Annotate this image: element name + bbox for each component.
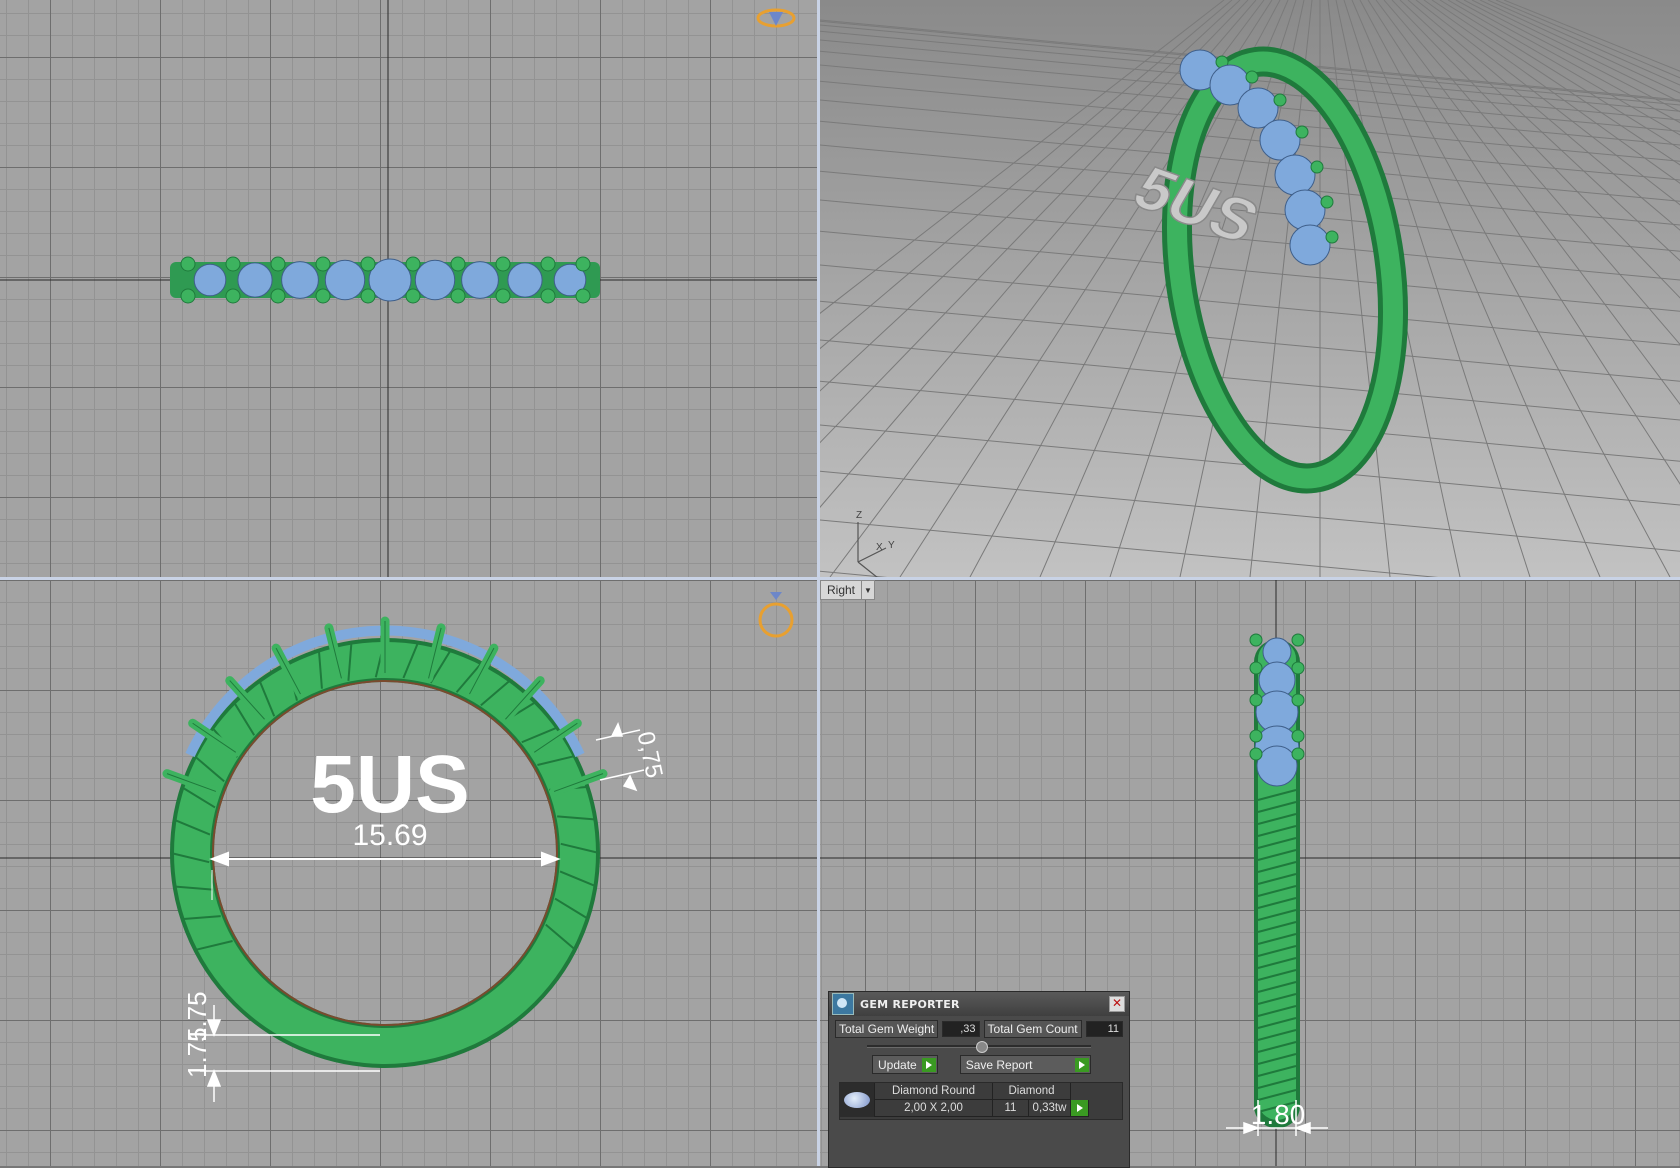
- perspective-viewport[interactable]: 5US Z Y X: [820, 0, 1680, 577]
- prong: [1249, 661, 1263, 675]
- ring-size-label: 5US: [310, 739, 470, 830]
- prong: [360, 256, 376, 272]
- chevron-down-icon[interactable]: ▼: [861, 581, 874, 599]
- prong: [1291, 661, 1305, 675]
- save-report-button-label: Save Report: [965, 1057, 1033, 1072]
- gem-list[interactable]: Diamond Round Diamond 2,00 X 2,00 11 0,3…: [839, 1082, 1123, 1120]
- prong: [1325, 230, 1339, 244]
- width-dimension-label: 1.80: [1251, 1099, 1306, 1130]
- prong: [315, 288, 331, 304]
- prong: [1249, 747, 1263, 761]
- prong: [270, 288, 286, 304]
- prong: [575, 288, 591, 304]
- total-weight-value: ,33: [942, 1021, 980, 1037]
- save-report-button[interactable]: Save Report: [959, 1055, 1091, 1074]
- gem: [1274, 154, 1316, 196]
- gem-material: Diamond: [993, 1083, 1071, 1100]
- gem: [461, 261, 499, 299]
- viewport-divider-horizontal[interactable]: [0, 577, 1680, 580]
- front-view-canvas: 15.69 5US 0,75 1.75 1.75: [0, 592, 817, 1102]
- prong: [1291, 633, 1305, 647]
- axis-y-label: Y: [888, 540, 895, 551]
- prong: [450, 288, 466, 304]
- prong: [405, 288, 421, 304]
- view-selector-dropdown[interactable]: Right ▼: [820, 580, 876, 600]
- update-button-label: Update: [878, 1057, 917, 1072]
- gem-count: 11: [993, 1100, 1029, 1117]
- gem: [507, 262, 543, 298]
- prong: [1320, 195, 1334, 209]
- gem: [414, 259, 456, 301]
- prong: [1245, 70, 1259, 84]
- prong: [540, 256, 556, 272]
- update-button[interactable]: Update: [872, 1055, 938, 1074]
- axis-z-label: Z: [856, 510, 862, 521]
- prong: [1291, 729, 1305, 743]
- total-weight-label: Total Gem Weight: [835, 1020, 939, 1038]
- axis-x-label: X: [876, 542, 883, 553]
- slider-knob[interactable]: [976, 1041, 988, 1053]
- prong: [1291, 747, 1305, 761]
- top-viewport[interactable]: [0, 0, 817, 577]
- prong-dimension-label: 0,75: [632, 729, 668, 780]
- front-viewport[interactable]: 15.69 5US 0,75 1.75 1.75: [0, 580, 817, 1166]
- prong: [540, 288, 556, 304]
- gem: [324, 259, 366, 301]
- prong: [405, 256, 421, 272]
- prong: [1249, 729, 1263, 743]
- total-count-value: 11: [1085, 1021, 1123, 1037]
- gem: [281, 261, 319, 299]
- prong: [1310, 160, 1324, 174]
- gem-list-row[interactable]: Diamond Round Diamond 2,00 X 2,00 11 0,3…: [875, 1083, 1089, 1119]
- top-view-gizmo-icon: [756, 8, 796, 28]
- gem-thumbnail: [840, 1083, 875, 1117]
- total-count-label: Total Gem Count: [983, 1020, 1082, 1038]
- perspective-canvas: 5US Z Y X: [820, 0, 1680, 577]
- ring-side-view: [1249, 633, 1305, 1128]
- play-icon: [1074, 1057, 1089, 1072]
- gem-reporter-app-icon: [832, 993, 854, 1015]
- front-view-gizmo-icon: [758, 592, 794, 638]
- prong: [225, 288, 241, 304]
- gem-reporter-title: GEM REPORTER: [860, 997, 960, 1011]
- prong: [1249, 633, 1263, 647]
- prong: [1291, 693, 1305, 707]
- gem: [193, 263, 227, 297]
- gem-size: 2,00 X 2,00: [875, 1100, 993, 1117]
- gem-shape: Diamond Round: [875, 1083, 993, 1100]
- gem-reporter-titlebar[interactable]: GEM REPORTER ✕: [829, 992, 1129, 1016]
- prong: [1249, 693, 1263, 707]
- gem: [237, 262, 273, 298]
- close-icon[interactable]: ✕: [1109, 996, 1125, 1012]
- panel-resize-slider[interactable]: [867, 1041, 1091, 1053]
- inner-diameter-dimension: [209, 851, 561, 900]
- top-view-canvas: [0, 0, 817, 577]
- prong: [225, 256, 241, 272]
- play-icon[interactable]: [1071, 1100, 1089, 1117]
- prong: [1295, 125, 1309, 139]
- viewport-divider-vertical[interactable]: [817, 0, 820, 1166]
- prong: [270, 256, 286, 272]
- prong: [180, 288, 196, 304]
- gem: [1256, 745, 1298, 787]
- gem-reporter-panel: GEM REPORTER ✕ Total Gem Weight ,33 Tota…: [828, 991, 1130, 1168]
- band-dimension-label-2: 1.75: [182, 991, 212, 1042]
- prong: [180, 256, 196, 272]
- play-icon: [921, 1057, 936, 1072]
- prong: [360, 288, 376, 304]
- gem: [1284, 189, 1326, 231]
- gem: [1259, 119, 1301, 161]
- ring-top-view: [170, 256, 600, 304]
- prong: [495, 288, 511, 304]
- prong: [575, 256, 591, 272]
- prong: [495, 256, 511, 272]
- prong: [450, 256, 466, 272]
- prong: [315, 256, 331, 272]
- view-selector-label: Right: [827, 583, 856, 597]
- gem: [1289, 224, 1331, 266]
- prong: [1273, 93, 1287, 107]
- gem-weight: 0,33tw: [1029, 1100, 1071, 1117]
